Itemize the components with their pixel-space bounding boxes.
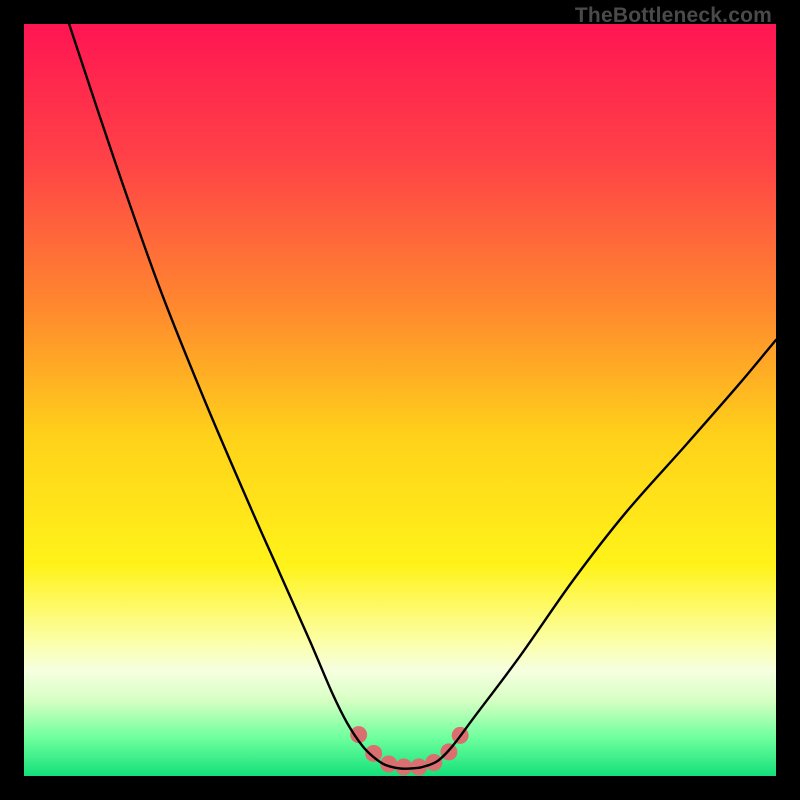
watermark-text: TheBottleneck.com bbox=[575, 4, 772, 28]
plot-area bbox=[24, 24, 776, 776]
chart-frame: TheBottleneck.com bbox=[0, 0, 800, 800]
curve-layer bbox=[24, 24, 776, 776]
left-branch-curve bbox=[69, 24, 411, 769]
right-branch-curve bbox=[411, 340, 776, 769]
